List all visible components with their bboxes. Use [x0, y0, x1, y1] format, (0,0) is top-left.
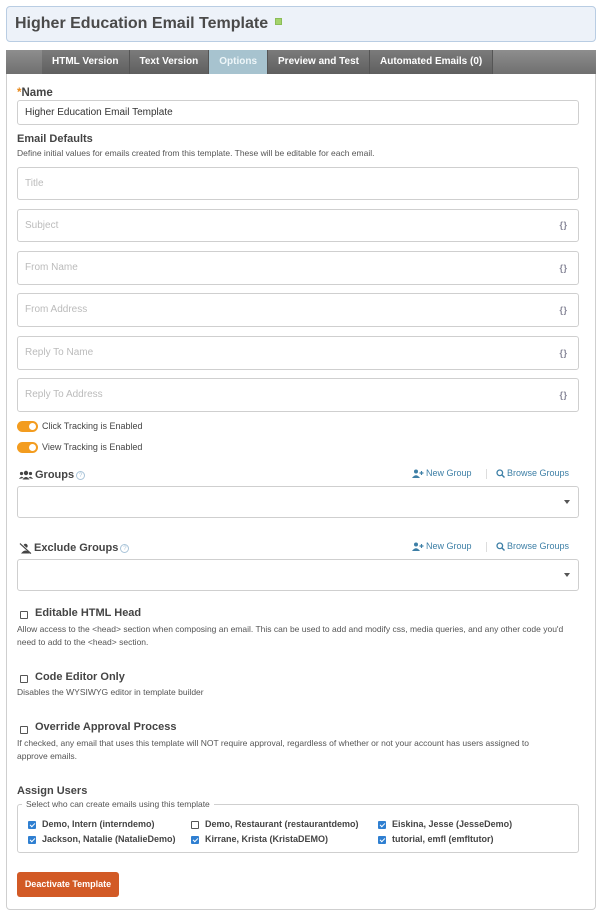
code-editor-only-label: Code Editor Only [35, 671, 125, 683]
name-label: *Name [17, 87, 53, 99]
new-group-link[interactable]: New Group [412, 468, 472, 479]
title-input[interactable]: Title [17, 167, 579, 200]
editable-html-head-checkbox[interactable] [20, 611, 28, 619]
override-approval-label: Override Approval Process [35, 721, 177, 733]
exclude-groups-select[interactable] [17, 559, 579, 591]
exclude-groups-label-text: Exclude Groups [34, 542, 119, 554]
groups-label: Groups? [19, 469, 86, 481]
user-slash-icon [19, 542, 32, 554]
reply-to-address-input[interactable]: Reply To Address { } [17, 378, 579, 412]
reply-to-name-placeholder: Reply To Name [25, 347, 94, 358]
user-label: Kirrane, Krista (KristaDEMO) [205, 834, 329, 844]
page-header: Higher Education Email Template [6, 6, 596, 42]
user-label: Demo, Restaurant (restaurantdemo) [205, 819, 359, 829]
merge-field-icon[interactable]: { } [559, 337, 566, 369]
user-checkbox-emfltutor[interactable] [378, 836, 386, 844]
user-checkbox-interndemo[interactable] [28, 821, 36, 829]
merge-field-icon[interactable]: { } [559, 294, 566, 326]
user-checkbox-kristademo[interactable] [191, 836, 199, 844]
view-tracking-label: View Tracking is Enabled [42, 442, 143, 452]
exclude-groups-label: Exclude Groups? [19, 542, 130, 554]
user-label: tutorial, emfl (emfltutor) [392, 834, 494, 844]
editable-html-head-label: Editable HTML Head [35, 607, 142, 619]
chevron-down-icon [564, 573, 570, 577]
tab-preview-and-test[interactable]: Preview and Test [268, 50, 370, 74]
page-title: Higher Education Email Template [15, 15, 283, 33]
subject-input[interactable]: Subject { } [17, 209, 579, 242]
name-label-text: Name [21, 87, 53, 99]
email-defaults-heading: Email Defaults [17, 133, 93, 145]
search-icon [496, 542, 505, 552]
tab-text-version[interactable]: Text Version [129, 50, 210, 74]
user-label: Jackson, Natalie (NatalieDemo) [42, 834, 176, 844]
from-address-input[interactable]: From Address { } [17, 293, 579, 327]
assign-users-heading: Assign Users [17, 785, 88, 797]
override-approval-help: If checked, any email that uses this tem… [17, 738, 529, 761]
editable-html-head-help: Allow access to the <head> section when … [17, 624, 564, 647]
user-plus-icon [412, 469, 424, 479]
exclude-new-group-link[interactable]: New Group [412, 541, 472, 552]
override-approval-checkbox[interactable] [20, 726, 28, 734]
link-divider [486, 542, 487, 552]
new-group-text: New Group [426, 541, 472, 551]
assign-users-legend: Select who can create emails using this … [22, 799, 214, 809]
user-checkbox-jessedemo[interactable] [378, 821, 386, 829]
click-tracking-toggle[interactable] [17, 421, 38, 432]
tab-options[interactable]: Options [209, 50, 269, 74]
page-title-text: Higher Education Email Template [15, 15, 269, 32]
code-editor-only-help: Disables the WYSIWYG editor in template … [17, 687, 204, 697]
browse-groups-text: Browse Groups [507, 468, 570, 478]
user-label: Eiskina, Jesse (JesseDemo) [392, 819, 513, 829]
help-icon[interactable]: ? [120, 543, 130, 553]
view-tracking-toggle[interactable] [17, 442, 38, 453]
from-name-input[interactable]: From Name { } [17, 251, 579, 285]
email-defaults-help: Define initial values for emails created… [17, 148, 375, 158]
click-tracking-label: Click Tracking is Enabled [42, 421, 143, 431]
from-address-placeholder: From Address [25, 304, 88, 315]
search-icon [496, 469, 505, 479]
deactivate-template-button[interactable]: Deactivate Template [17, 872, 119, 897]
merge-field-icon[interactable]: { } [559, 379, 566, 411]
tab-bar: HTML Version Text Version Options Previe… [6, 50, 596, 74]
merge-field-icon[interactable]: { } [559, 210, 566, 241]
merge-field-icon[interactable]: { } [559, 252, 566, 284]
code-editor-only-checkbox[interactable] [20, 675, 28, 683]
users-icon [19, 470, 33, 480]
chevron-down-icon [564, 500, 570, 504]
tab-html-version[interactable]: HTML Version [42, 50, 130, 74]
new-group-text: New Group [426, 468, 472, 478]
user-checkbox-restaurantdemo[interactable] [191, 821, 199, 829]
browse-groups-text: Browse Groups [507, 541, 570, 551]
from-name-placeholder: From Name [25, 262, 78, 273]
user-label: Demo, Intern (interndemo) [42, 819, 155, 829]
reply-to-address-placeholder: Reply To Address [25, 389, 103, 400]
groups-select[interactable] [17, 486, 579, 518]
tab-automated-emails[interactable]: Automated Emails (0) [369, 50, 494, 74]
name-input-value: Higher Education Email Template [25, 107, 173, 118]
link-divider [486, 469, 487, 479]
user-plus-icon [412, 542, 424, 552]
subject-placeholder: Subject [25, 220, 59, 231]
browse-groups-link[interactable]: Browse Groups [496, 468, 570, 479]
exclude-browse-groups-link[interactable]: Browse Groups [496, 541, 570, 552]
title-placeholder: Title [25, 178, 44, 189]
user-checkbox-nataliedemo[interactable] [28, 836, 36, 844]
reply-to-name-input[interactable]: Reply To Name { } [17, 336, 579, 370]
active-status-indicator [275, 18, 283, 26]
groups-label-text: Groups [35, 469, 75, 481]
name-input[interactable]: Higher Education Email Template [17, 100, 579, 125]
help-icon[interactable]: ? [76, 470, 86, 480]
